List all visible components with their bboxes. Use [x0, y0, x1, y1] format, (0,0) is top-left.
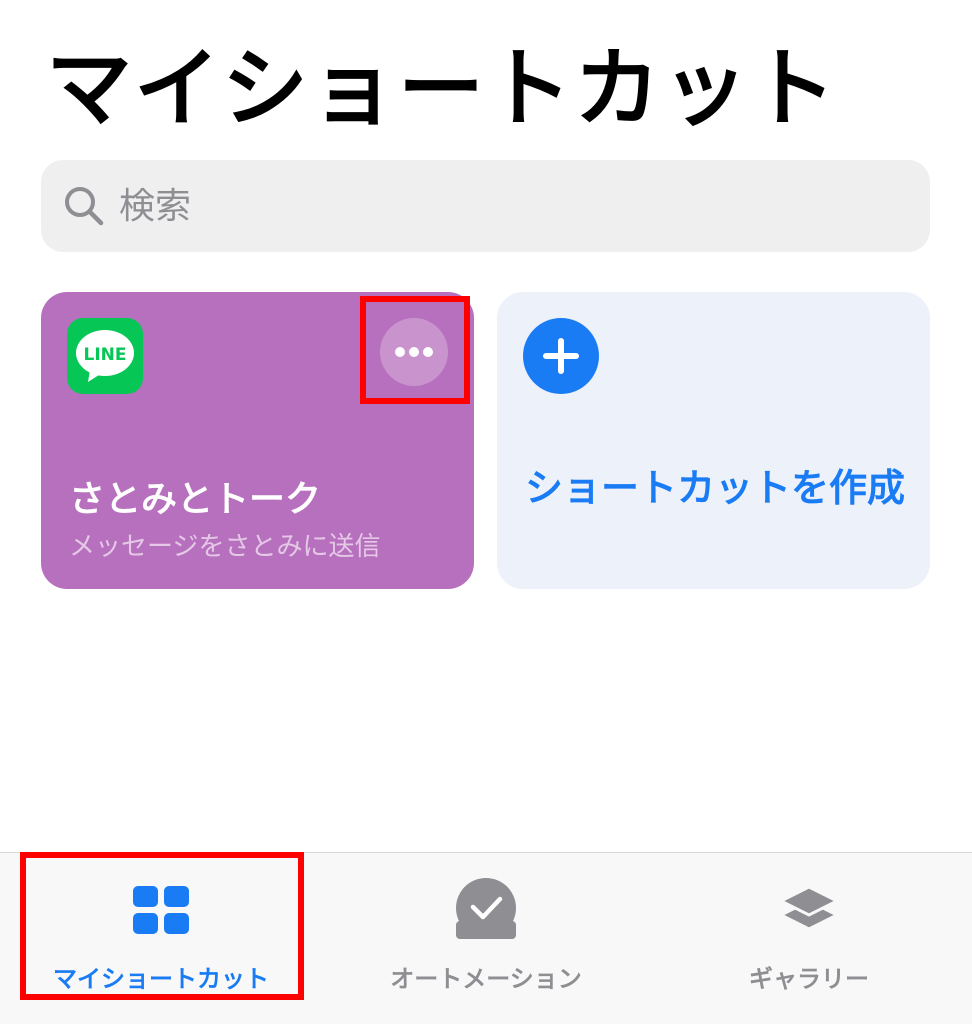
- layers-icon: [774, 875, 844, 945]
- tab-label-automation: オートメーション: [390, 965, 582, 993]
- search-input[interactable]: [119, 185, 879, 227]
- tab-label-gallery: ギャラリー: [749, 965, 869, 993]
- tab-gallery[interactable]: ギャラリー: [668, 853, 950, 1024]
- line-app-icon-text: LINE: [84, 345, 127, 365]
- page-title: マイショートカット: [46, 39, 838, 139]
- search-bar[interactable]: [41, 160, 930, 252]
- shortcut-title: さとみとトーク: [69, 479, 322, 520]
- tab-automation[interactable]: オートメーション: [345, 853, 627, 1024]
- plus-icon: [523, 318, 599, 394]
- create-shortcut-label: ショートカットを作成: [525, 466, 906, 510]
- shortcut-subtitle: メッセージをさとみに送信: [69, 532, 381, 562]
- search-icon: [61, 183, 107, 229]
- create-shortcut-card[interactable]: ショートカットを作成: [497, 292, 930, 589]
- line-app-icon: LINE: [67, 318, 143, 394]
- shortcuts-screen: マイショートカット LINE さとみとトーク メッセージをさ: [0, 0, 972, 1024]
- checkmark-circle-icon: [451, 875, 521, 945]
- highlight-box-more-button: [360, 296, 470, 404]
- highlight-box-my-shortcuts-tab: [20, 852, 304, 1000]
